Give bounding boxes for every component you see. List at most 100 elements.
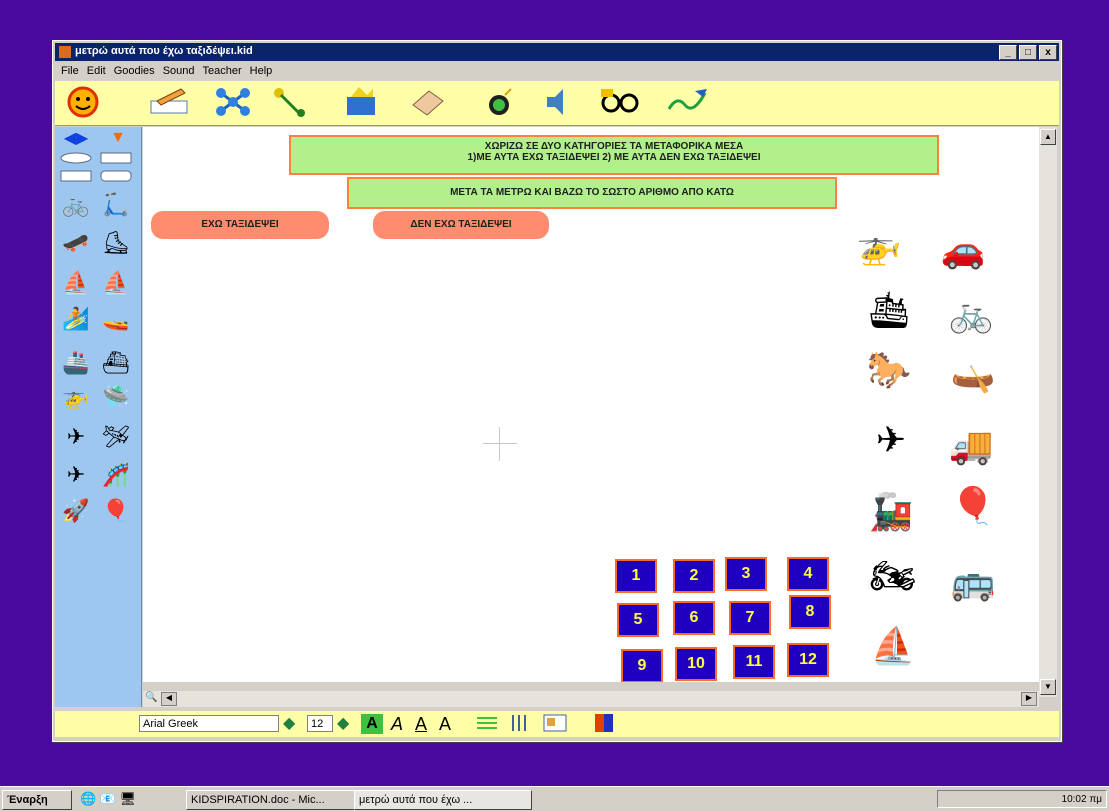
number-tile-3[interactable]: 3 [725,557,767,591]
pen-icon[interactable] [665,85,709,119]
number-tile-9[interactable]: 9 [621,649,663,682]
instruction-box-1[interactable]: ΧΩΡΙΖΩ ΣΕ ΔΥΟ ΚΑΤΗΓΟΡΙΕΣ ΤΑ ΜΕΤΑΦΟΡΙΚΑ Μ… [289,135,939,175]
number-tile-8[interactable]: 8 [789,595,831,629]
sun-face-icon[interactable] [61,85,105,119]
start-button[interactable]: Έναρξη [2,790,72,810]
glasses-icon[interactable] [597,85,641,119]
pencil-icon[interactable] [147,85,191,119]
quick-launch-icons[interactable]: 🌐 📧 🖥 [80,791,136,807]
menu-edit[interactable]: Edit [87,63,106,79]
number-tile-10[interactable]: 10 [675,647,717,681]
ship-icon[interactable]: 🚢 [59,349,93,377]
instruction-line-2: 1)ΜΕ ΑΥΤΑ ΕΧΩ ΤΑΞΙΔΕΨΕΙ 2) ΜΕ ΑΥΤΑ ΔΕΝ Ε… [467,152,761,163]
airplane-picture-icon[interactable]: ✈ [861,417,921,463]
instruction-box-2[interactable]: ΜΕΤΑ ΤΑ ΜΕΤΡΩ ΚΑΙ ΒΑΖΩ ΤΟ ΣΩΣΤΟ ΑΡΙΘΜΟ Α… [347,177,837,209]
main-toolbar [55,81,1059,126]
diagram-icon[interactable] [211,85,255,119]
workspace-canvas[interactable]: ΧΩΡΙΖΩ ΣΕ ΔΥΟ ΚΑΤΗΓΟΡΙΕΣ ΤΑ ΜΕΤΑΦΟΡΙΚΑ Μ… [143,127,1039,682]
menu-file[interactable]: File [61,63,79,79]
oval-shape-icon[interactable] [59,151,93,165]
number-tile-2[interactable]: 2 [673,559,715,593]
bucket-icon[interactable] [339,85,383,119]
taskbar-item-kid-file[interactable]: μετρώ αυτά που έχω ... [354,790,532,810]
bomb-icon[interactable] [477,85,521,119]
steamboat-icon[interactable]: ⛴ [99,349,133,377]
picture-icon[interactable] [543,714,567,732]
menu-goodies[interactable]: Goodies [114,63,155,79]
sailboat-picture-icon[interactable]: ⛵ [863,623,923,669]
rounded-shape-icon[interactable] [99,169,133,183]
sailboat-2-icon[interactable]: ⛵ [99,269,133,297]
menu-teacher[interactable]: Teacher [203,63,242,79]
number-tile-7[interactable]: 7 [729,601,771,635]
number-tile-11[interactable]: 11 [733,645,775,679]
columns-icon[interactable] [509,714,529,732]
sound-icon[interactable] [535,85,579,119]
pill-travelled[interactable]: ΕΧΩ ΤΑΞΙΔΕΨΕΙ [151,211,329,239]
close-button[interactable]: x [1039,45,1057,60]
color-icon[interactable] [595,714,613,732]
horse-carriage-icon[interactable]: 🐎 [859,347,919,393]
maximize-button[interactable]: □ [1019,45,1037,60]
scroll-left-icon[interactable]: ◀ [161,692,177,706]
helicopter-icon[interactable]: 🚁 [849,223,909,269]
minimize-button[interactable]: _ [999,45,1017,60]
scroll-up-icon[interactable]: ▲ [1040,129,1056,145]
truck-icon[interactable]: 🚚 [941,423,1001,469]
bus-icon[interactable]: 🚌 [943,559,1003,605]
menu-sound[interactable]: Sound [163,63,195,79]
tricycle-icon[interactable]: 🛴 [99,191,133,219]
eraser-icon[interactable] [405,85,449,119]
pill-not-travelled[interactable]: ΔΕΝ ΕΧΩ ΤΑΞΙΔΕΨΕΙ [373,211,549,239]
link-icon[interactable] [267,85,311,119]
hot-air-balloon-icon[interactable]: 🎈 [943,483,1003,529]
rollerskate-icon[interactable]: ⛸ [99,229,133,257]
text-shape-icon[interactable] [59,169,93,183]
rocket-icon[interactable]: 🚀 [59,497,93,525]
cruise-ship-icon[interactable]: 🛳 [859,287,919,333]
horizontal-scrollbar[interactable]: 🔍 ◀ ▶ [143,691,1039,707]
jet-icon[interactable]: ✈ [59,461,93,489]
number-tile-4[interactable]: 4 [787,557,829,591]
font-name-field[interactable]: Arial Greek [139,715,279,732]
scroll-down-icon[interactable]: ▼ [1040,679,1056,695]
airplane-icon[interactable]: ✈ [59,423,93,451]
bold-icon[interactable]: A [361,714,383,734]
skateboard-icon[interactable]: 🛹 [59,229,93,257]
scroll-right-icon[interactable]: ▶ [1021,692,1037,706]
italic-icon[interactable]: A [391,714,403,735]
rectangle-shape-icon[interactable] [99,151,133,165]
sailboat-icon[interactable]: ⛵ [59,269,93,297]
title-bar[interactable]: μετρώ αυτά που έχω ταξιδέψει.kid _ □ x [55,43,1059,61]
rowboat-icon[interactable]: 🛶 [943,351,1003,397]
car-icon[interactable]: 🚗 [933,227,993,273]
motorcycle-icon[interactable]: 🏍 [863,553,923,599]
bicycle-picture-icon[interactable]: 🚲 [941,291,1001,337]
number-tile-6[interactable]: 6 [673,601,715,635]
biplane-icon[interactable]: 🛩 [99,423,133,451]
text-size-icon[interactable]: A [439,714,451,735]
underline-icon[interactable]: A [415,714,427,735]
font-stepper-icon[interactable]: ◆ [283,713,295,733]
number-tile-1[interactable]: 1 [615,559,657,593]
number-tile-12[interactable]: 12 [787,643,829,677]
menu-help[interactable]: Help [250,63,273,79]
system-tray: 10:02 πμ [937,790,1107,808]
train-icon[interactable]: 🚂 [861,489,921,535]
arrow-left-right-icon[interactable]: ◀▶ [59,129,93,147]
hot-air-balloon-small-icon[interactable]: 🎈 [99,497,133,525]
vertical-scrollbar[interactable]: ▲ ▼ [1039,127,1057,697]
size-stepper-icon[interactable]: ◆ [337,713,349,733]
taskbar-item-kidspiration-doc[interactable]: KIDSPIRATION.doc - Mic... [186,790,356,810]
number-tile-5[interactable]: 5 [617,603,659,637]
rollercoaster-icon[interactable]: 🎢 [99,461,133,489]
surfboard-icon[interactable]: 🏄 [59,305,93,333]
bicycle-icon[interactable]: 🚲 [59,191,93,219]
dropdown-arrow-icon[interactable]: ▼ [101,129,135,147]
submarine-icon[interactable]: 🚁 [59,383,93,411]
lines-icon[interactable] [475,714,499,732]
font-size-field[interactable]: 12 [307,715,333,732]
blimp-icon[interactable]: 🛸 [99,383,133,411]
jetski-icon[interactable]: 🚤 [99,305,133,333]
zoom-icon[interactable]: 🔍 [145,692,159,704]
